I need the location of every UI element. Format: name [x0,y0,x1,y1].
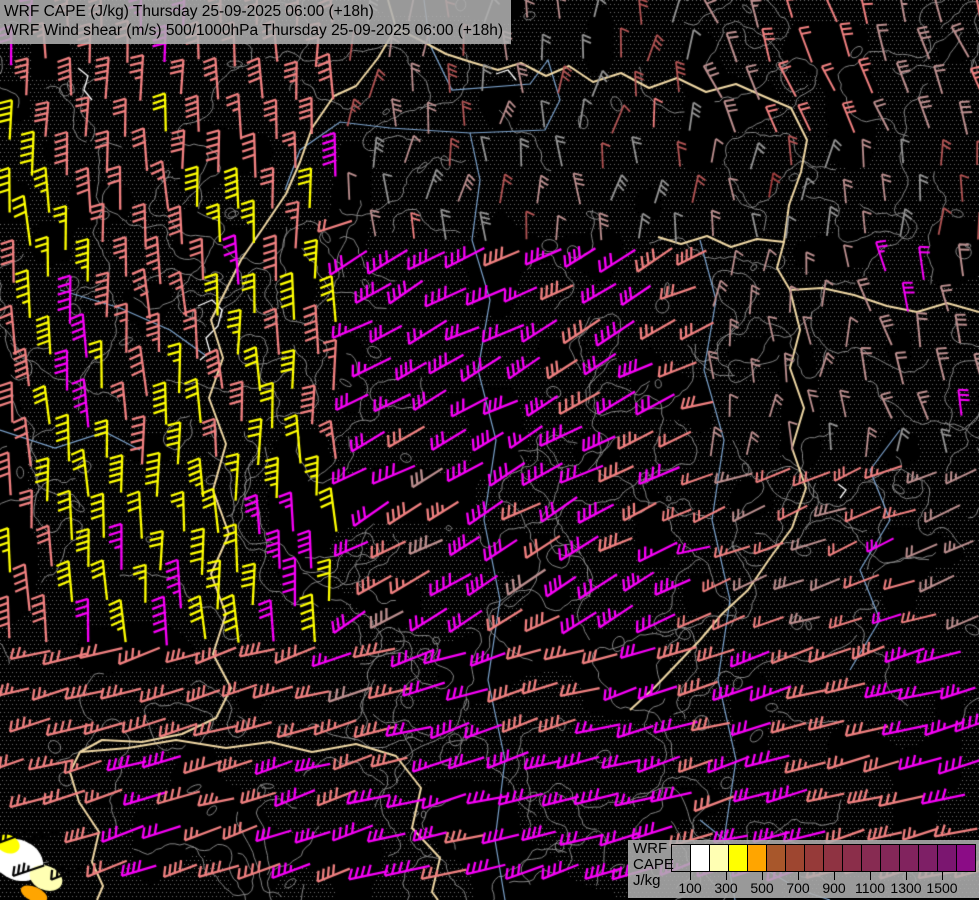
legend-tick-label: 700 [786,880,810,896]
legend-color-box [937,844,957,872]
legend-tick [906,872,907,880]
weather-map-frame: WRF CAPE (J/kg) Thursday 25-09-2025 06:0… [0,0,979,900]
legend-tick-label: 1300 [890,880,922,896]
legend-color-box [918,844,938,872]
legend-color-box [728,844,748,872]
map-title-overlay: WRF CAPE (J/kg) Thursday 25-09-2025 06:0… [0,0,511,44]
legend-label-wrf: WRF [633,840,668,857]
legend-color-box [956,844,976,872]
legend-color-box [842,844,862,872]
legend-tick-label: 500 [750,880,774,896]
legend-tick [942,872,943,880]
legend-tick-label: 1500 [926,880,958,896]
legend-color-box [899,844,919,872]
legend-tick [870,872,871,880]
weather-map-canvas [0,0,979,900]
legend-tick-label: 900 [822,880,846,896]
title-line-cape: WRF CAPE (J/kg) Thursday 25-09-2025 06:0… [4,3,374,20]
cape-legend: WRF CAPE J/kg 100 300 500 700 900 1100 1300 150… [628,840,979,898]
legend-color-box [766,844,786,872]
legend-color-box [690,844,710,872]
legend-color-box [671,844,691,872]
legend-tick-label: 300 [714,880,738,896]
legend-tick [762,872,763,880]
legend-color-strip [671,844,976,872]
legend-label-cape: CAPE [633,856,674,873]
legend-tick-label: 1100 [854,880,886,896]
legend-tick [834,872,835,880]
legend-color-box [823,844,843,872]
legend-color-box [785,844,805,872]
legend-color-box [747,844,767,872]
legend-label: WRF CAPE J/kg [633,841,674,889]
legend-color-box [709,844,729,872]
legend-tick [798,872,799,880]
legend-color-box [861,844,881,872]
title-line-shear: WRF Wind shear (m/s) 500/1000hPa Thursda… [4,22,503,39]
legend-tick [726,872,727,880]
legend-label-unit: J/kg [633,872,661,889]
legend-tick-label: 100 [678,880,702,896]
legend-color-box [804,844,824,872]
legend-tick [690,872,691,880]
legend-color-box [880,844,900,872]
